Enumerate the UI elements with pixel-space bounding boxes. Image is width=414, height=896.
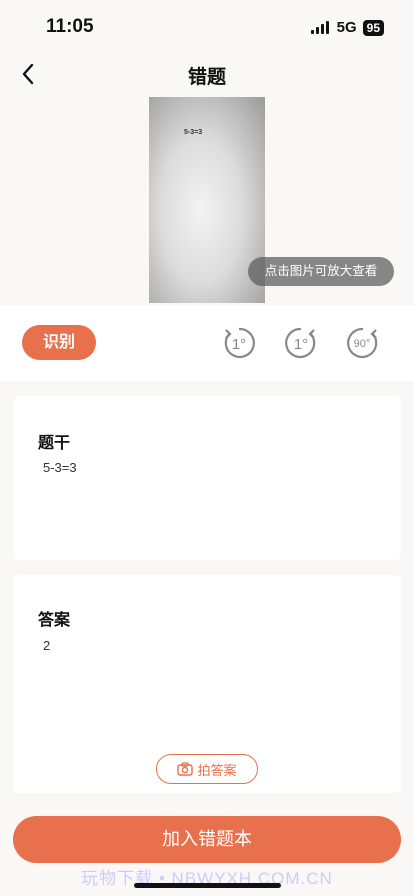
rotate-right-icon: 1° bbox=[285, 327, 316, 359]
camera-icon bbox=[177, 762, 194, 776]
rotate-right-label: 1° bbox=[294, 336, 308, 353]
rotate-left-button[interactable]: 1° bbox=[221, 325, 257, 361]
recognize-button[interactable]: 识别 bbox=[22, 325, 96, 360]
add-to-mistakes-button[interactable]: 加入错题本 bbox=[13, 816, 401, 863]
page-title: 错题 bbox=[187, 67, 226, 88]
photo-answer-label: 拍答案 bbox=[197, 762, 237, 778]
image-toolbar: 识别 1° 1° 90° bbox=[0, 305, 414, 381]
answer-label: 答案 bbox=[38, 612, 71, 629]
signal-icon bbox=[310, 21, 329, 34]
stem-label: 题干 bbox=[38, 435, 71, 452]
battery-icon: 95 bbox=[362, 19, 384, 36]
stem-card: 题干 5-3=3 bbox=[13, 396, 401, 560]
status-indicators: 5G 95 bbox=[310, 19, 384, 36]
rotate-90-label: 90° bbox=[354, 338, 371, 350]
rotate-left-label: 1° bbox=[232, 336, 246, 353]
photo-answer-button[interactable]: 拍答案 bbox=[156, 754, 258, 784]
answer-card: 答案 2 拍答案 bbox=[13, 575, 401, 793]
status-time: 11:05 bbox=[46, 16, 94, 37]
status-bar: 11:05 5G 95 bbox=[0, 0, 414, 56]
photo-content-text: 5-3=3 bbox=[184, 129, 203, 136]
answer-value[interactable]: 2 bbox=[43, 638, 50, 653]
zoom-hint[interactable]: 点击图片可放大查看 bbox=[248, 257, 394, 286]
home-indicator bbox=[134, 883, 281, 888]
stem-value[interactable]: 5-3=3 bbox=[43, 460, 77, 475]
rotate-right-button[interactable]: 1° bbox=[283, 325, 319, 361]
network-label: 5G bbox=[336, 19, 357, 36]
rotate-90-icon: 90° bbox=[347, 327, 378, 359]
rotate-90-button[interactable]: 90° bbox=[345, 325, 381, 361]
nav-bar: 错题 bbox=[0, 56, 414, 92]
rotate-left-icon: 1° bbox=[224, 327, 255, 359]
